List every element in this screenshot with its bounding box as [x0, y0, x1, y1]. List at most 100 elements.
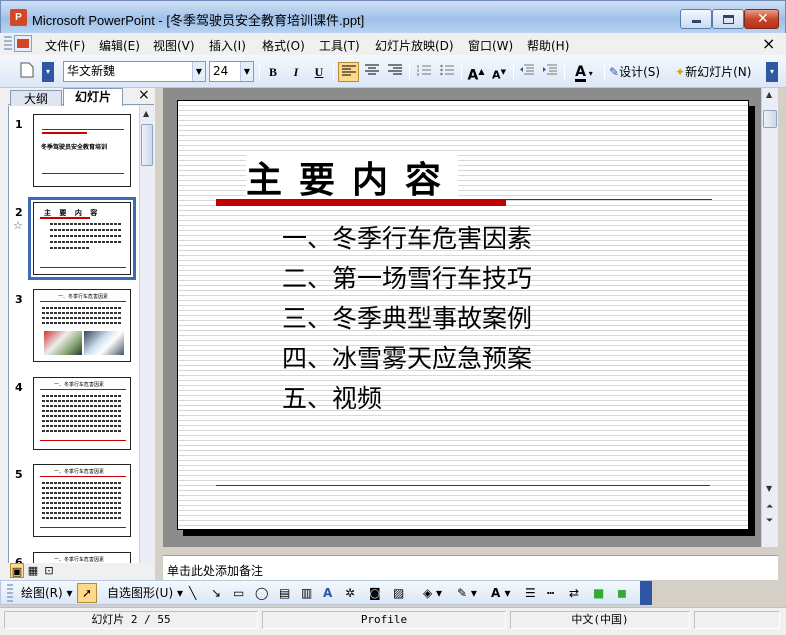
line-style-icon[interactable]: ☰: [525, 584, 536, 602]
slide-thumbnail-4[interactable]: 一、冬季行车危害因素: [33, 377, 131, 450]
oval-tool-icon[interactable]: ◯: [255, 584, 268, 602]
align-center-icon: [365, 64, 379, 75]
increase-font-size-button[interactable]: A▲: [466, 62, 486, 84]
numbered-list-icon: [417, 65, 431, 76]
autoshapes-button[interactable]: 自选图形(U) ▾: [107, 584, 183, 602]
slide-thumbnail-3[interactable]: 一、冬季行车危害因素: [33, 289, 131, 362]
shadow-style-icon[interactable]: ■: [593, 584, 604, 602]
menu-insert[interactable]: 插入(I): [209, 37, 246, 54]
font-color-button[interactable]: A ▾: [569, 62, 599, 82]
line-tool-icon[interactable]: ╲: [189, 584, 196, 602]
tab-outline[interactable]: 大纲: [10, 90, 62, 107]
clipart-icon[interactable]: ◙: [369, 584, 381, 602]
textbox-tool-icon[interactable]: ▤: [279, 584, 290, 602]
close-window-button[interactable]: ✕: [744, 9, 779, 29]
new-slide-icon: ✦: [675, 65, 686, 79]
slide-heading[interactable]: 主要内容: [246, 151, 459, 203]
design-button[interactable]: ✎设计(S): [609, 62, 671, 82]
align-right-button[interactable]: [385, 62, 405, 82]
underline-button[interactable]: U: [310, 62, 328, 82]
toolbar-grip[interactable]: [4, 36, 12, 52]
slide-sorter-view-icon[interactable]: ▦: [26, 563, 40, 578]
thumbnail-number: 3: [15, 293, 23, 306]
menu-edit[interactable]: 编辑(E): [99, 37, 140, 54]
draw-menu-button[interactable]: 绘图(R) ▾: [21, 584, 73, 602]
diagram-icon[interactable]: ✲: [345, 584, 355, 602]
menu-file[interactable]: 文件(F): [45, 37, 85, 54]
decrease-font-size-button[interactable]: A▼: [489, 62, 509, 82]
scroll-up-icon[interactable]: ▲: [766, 90, 772, 99]
select-pointer-icon[interactable]: ➚: [77, 583, 97, 603]
thumbnails-scrollbar[interactable]: ▲: [139, 106, 154, 563]
menu-format[interactable]: 格式(O): [262, 37, 305, 54]
bold-button[interactable]: B: [264, 62, 282, 82]
toolbar-options-icon[interactable]: ▾: [42, 62, 54, 82]
font-name-combo[interactable]: 华文新魏 ▼: [63, 61, 206, 82]
chevron-down-icon[interactable]: ▼: [192, 62, 205, 81]
menu-view[interactable]: 视图(V): [153, 37, 195, 54]
fill-color-icon[interactable]: ◈ ▾: [423, 584, 442, 602]
menu-tools[interactable]: 工具(T): [319, 37, 360, 54]
toolbar-overflow-icon[interactable]: ▾: [766, 62, 778, 82]
slide-thumbnail-2[interactable]: 主 要 内 容: [28, 197, 136, 280]
slide-scrollbar[interactable]: ▲ ▼ ⏶ ⏷: [761, 88, 778, 547]
status-extra: [694, 611, 780, 629]
font-size-combo[interactable]: 24 ▼: [209, 61, 254, 82]
scroll-down-icon[interactable]: ▼: [766, 484, 772, 493]
numbering-button[interactable]: [414, 62, 434, 82]
notes-pane[interactable]: 单击此处添加备注: [163, 555, 778, 580]
chevron-down-icon[interactable]: ▼: [240, 62, 253, 81]
menu-window[interactable]: 窗口(W): [468, 37, 513, 54]
slide-thumbnail-6[interactable]: 一、冬季行车危害因素: [33, 552, 131, 563]
thumbnail-number: 2: [15, 206, 23, 219]
align-left-button[interactable]: [338, 62, 359, 82]
rectangle-tool-icon[interactable]: ▭: [233, 584, 244, 602]
align-center-button[interactable]: [362, 62, 382, 82]
powerpoint-app-icon[interactable]: P: [10, 9, 27, 26]
pane-tabs: 大纲 幻灯片 ×: [8, 87, 154, 107]
close-pane-icon[interactable]: ×: [138, 87, 150, 103]
tab-slides[interactable]: 幻灯片: [63, 88, 123, 106]
new-document-icon[interactable]: [18, 62, 36, 82]
content-list[interactable]: 一、冬季行车危害因素 二、第一场雪行车技巧 三、冬季典型事故案例 四、冰雪雾天应…: [282, 219, 532, 419]
scrollbar-thumb[interactable]: [763, 110, 777, 128]
maximize-icon: [723, 15, 734, 24]
font-color-icon[interactable]: A ▾: [491, 584, 511, 602]
slide-thumbnail-5[interactable]: 一、冬季行车危害因素: [33, 464, 131, 537]
dash-style-icon[interactable]: ┅: [547, 584, 554, 602]
scroll-up-icon[interactable]: ▲: [143, 109, 149, 118]
wordart-icon[interactable]: A: [323, 584, 332, 602]
language-indicator: 中文(中国): [510, 611, 690, 629]
new-slide-button[interactable]: ✦新幻灯片(N): [675, 62, 765, 82]
decrease-indent-button[interactable]: [517, 62, 537, 82]
line-color-icon[interactable]: ✎ ▾: [457, 584, 477, 602]
normal-view-icon[interactable]: ▣: [10, 563, 24, 578]
slide-thumbnail-1[interactable]: 冬季驾驶员安全教育培训: [33, 114, 131, 187]
menu-slideshow[interactable]: 幻灯片放映(D): [375, 37, 454, 54]
document-icon[interactable]: [14, 35, 32, 52]
increase-indent-icon: [543, 64, 557, 75]
toolbar-grip[interactable]: [7, 584, 13, 602]
slide-thumbnails: 1 冬季驾驶员安全教育培训 2 ☆ 主 要 内 容 3 一、冬季行车危害因素 4…: [8, 106, 139, 563]
toolbar-overflow-icon[interactable]: [640, 581, 652, 605]
scrollbar-thumb[interactable]: [141, 124, 153, 166]
next-slide-icon[interactable]: ⏷: [766, 516, 773, 526]
slideshow-view-icon[interactable]: ⊡: [42, 563, 56, 578]
close-document-icon[interactable]: ×: [762, 34, 775, 53]
picture-icon[interactable]: ▨: [393, 584, 404, 602]
italic-button[interactable]: I: [287, 62, 305, 82]
vertical-textbox-icon[interactable]: ▥: [301, 584, 312, 602]
bullets-button[interactable]: [437, 62, 457, 82]
arrow-tool-icon[interactable]: ↘: [211, 584, 221, 602]
3d-style-icon[interactable]: ◼: [617, 584, 627, 602]
arrow-style-icon[interactable]: ⇄: [569, 584, 579, 602]
current-slide[interactable]: 主要内容 一、冬季行车危害因素 二、第一场雪行车技巧 三、冬季典型事故案例 四、…: [177, 100, 749, 530]
menu-help[interactable]: 帮助(H): [527, 37, 569, 54]
thumbnail-title: 一、冬季行车危害因素: [58, 294, 109, 300]
minimize-button[interactable]: [680, 9, 712, 29]
increase-indent-button[interactable]: [540, 62, 560, 82]
previous-slide-icon[interactable]: ⏶: [766, 502, 773, 512]
bullet-list-icon: [440, 64, 454, 76]
maximize-button[interactable]: [712, 9, 744, 29]
slide-position: 幻灯片 2 / 55: [4, 611, 258, 629]
